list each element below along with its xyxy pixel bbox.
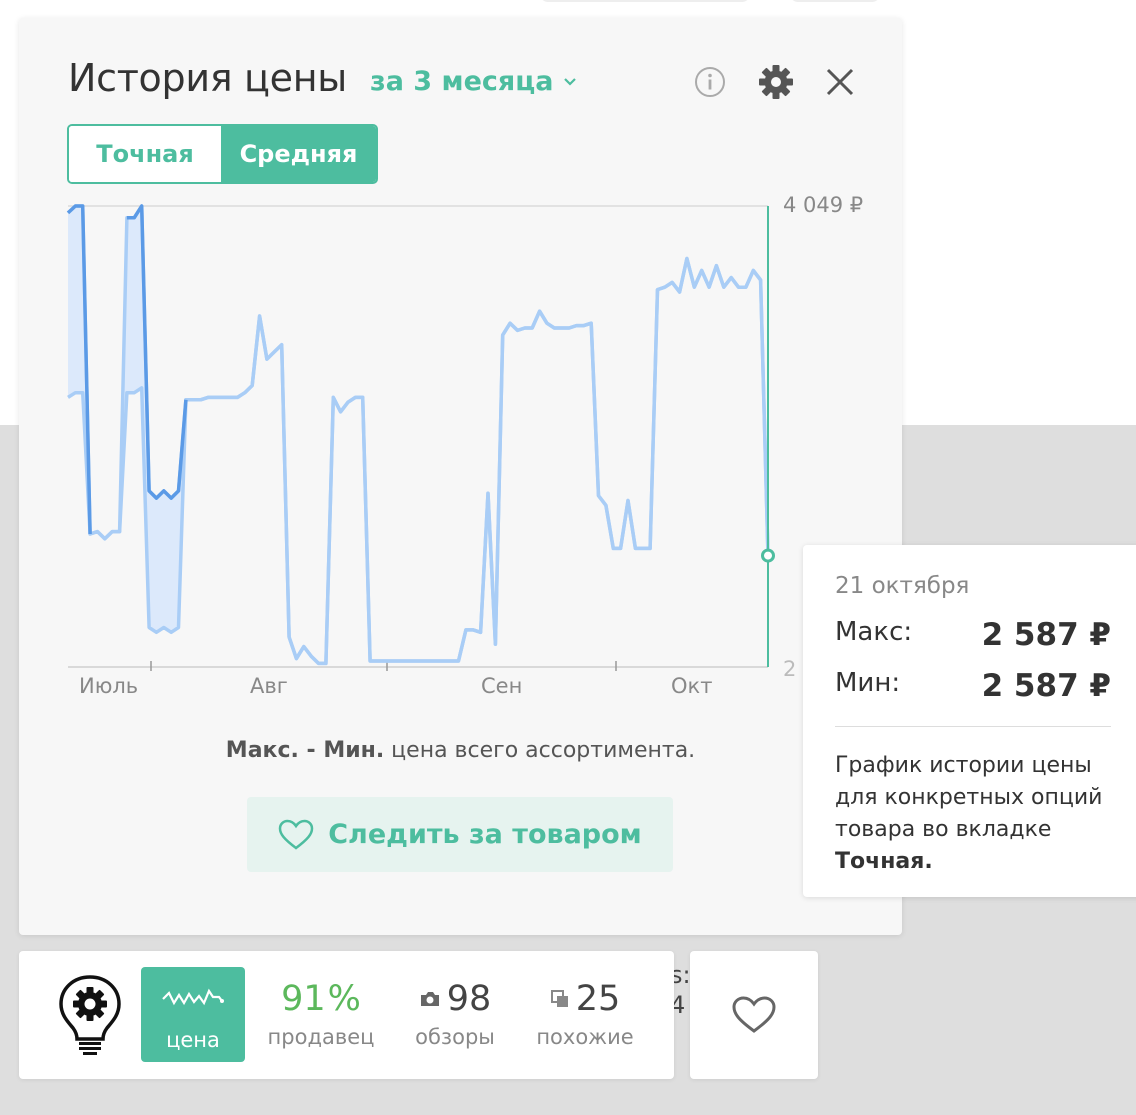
hover-marker-point: [761, 548, 775, 563]
price-chart-icon: [162, 988, 224, 1006]
reviews-label: обзоры: [415, 1025, 495, 1049]
follow-product-button[interactable]: Следить за товаром: [247, 797, 673, 872]
copy-icon: [550, 990, 568, 1007]
tooltip-max-value: 2 587 ₽: [981, 617, 1111, 653]
tooltip-divider: [835, 726, 1111, 727]
tooltip-min-row: Мин: 2 587 ₽: [835, 668, 1111, 704]
tooltip-max-row: Макс: 2 587 ₽: [835, 617, 1111, 653]
price-history-chart: [66, 204, 775, 671]
bottom-toolbar: цена 91% продавец 98 обзоры 25 похожие: [19, 951, 674, 1079]
price-band-area: [68, 206, 768, 664]
seller-label: продавец: [267, 1025, 375, 1049]
bulb-gear-icon[interactable]: [57, 973, 123, 1057]
seller-stat[interactable]: 91% продавец: [259, 979, 383, 1049]
camera-icon: [420, 992, 439, 1006]
price-history-panel: История цены за 3 месяца Точная Средняя …: [19, 18, 902, 935]
tooltip-text: График истории цены для конкретных опций…: [835, 753, 1103, 842]
background-pill: [540, 0, 750, 2]
x-label-aug: Авг: [250, 674, 288, 698]
y-max-label: 4 049 ₽: [783, 193, 864, 217]
footnote-bold: Макс. - Мин.: [225, 738, 385, 763]
x-label-oct: Окт: [671, 674, 713, 698]
price-button-label: цена: [166, 1028, 220, 1052]
seller-value: 91: [281, 979, 326, 1019]
price-tooltip: 21 октября Макс: 2 587 ₽ Мин: 2 587 ₽ Гр…: [803, 545, 1136, 897]
reviews-stat[interactable]: 98 обзоры: [405, 979, 505, 1049]
heart-icon: [278, 819, 314, 850]
favorite-button[interactable]: [690, 951, 818, 1079]
price-history-button[interactable]: цена: [141, 967, 245, 1062]
reviews-value: 98: [446, 979, 492, 1019]
background-pill: [790, 0, 880, 2]
x-label-sep: Сен: [481, 674, 523, 698]
x-label-july: Июль: [79, 674, 139, 698]
tooltip-min-value: 2 587 ₽: [981, 668, 1111, 704]
similar-value: 25: [575, 979, 621, 1019]
tooltip-text-bold: Точная.: [835, 849, 933, 874]
follow-label: Следить за товаром: [328, 819, 642, 850]
similar-label: похожие: [536, 1025, 634, 1049]
tooltip-min-label: Мин:: [835, 668, 901, 698]
tooltip-max-label: Макс:: [835, 617, 913, 647]
tooltip-description: График истории цены для конкретных опций…: [835, 750, 1125, 878]
tooltip-date: 21 октября: [835, 573, 970, 599]
footnote-text: цена всего ассортимента.: [384, 738, 696, 763]
heart-icon: [732, 996, 776, 1033]
seller-unit: %: [327, 979, 361, 1019]
similar-stat[interactable]: 25 похожие: [529, 979, 641, 1049]
chart-footnote: Макс. - Мин. цена всего ассортимента.: [19, 738, 902, 763]
